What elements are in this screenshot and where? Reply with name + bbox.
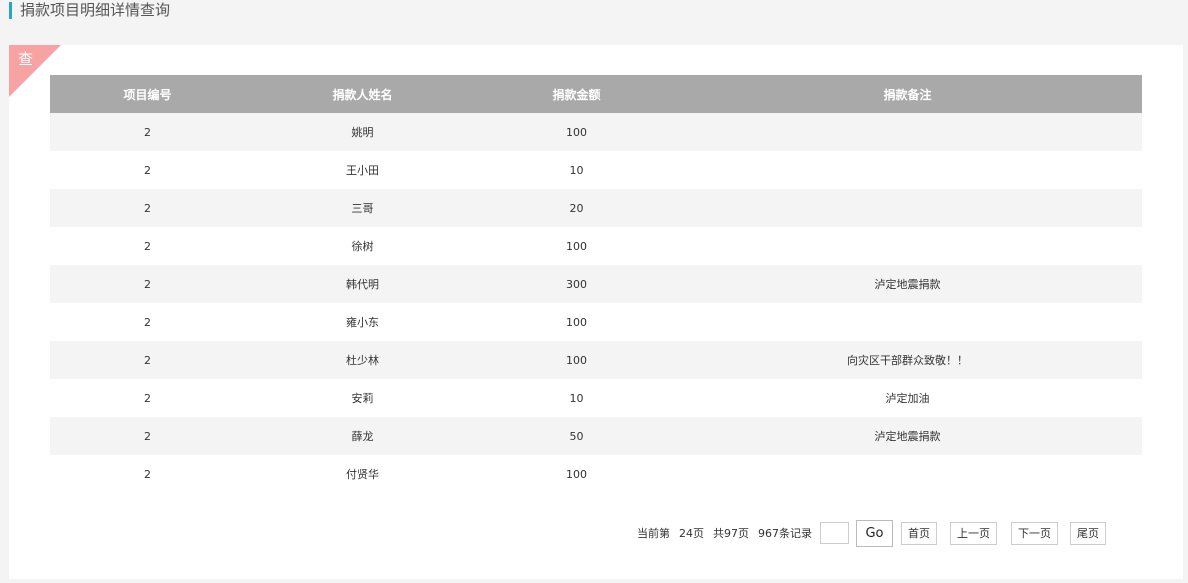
corner-label: 查 [18,50,34,68]
cell-project-id: 2 [50,379,245,417]
cell-remark [673,455,1142,493]
cell-remark: 泸定加油 [673,379,1142,417]
cell-donor-name: 姚明 [245,113,480,151]
table-row: 2 韩代明 300 泸定地震捐款 [50,265,1142,303]
page-number-input[interactable] [820,522,849,544]
cell-project-id: 2 [50,113,245,151]
next-page-button[interactable]: 下一页 [1011,521,1058,545]
cell-donor-name: 三哥 [245,189,480,227]
pagination: 当前第 24页 共97页 967条记录 Go 首页 上一页 下一页 尾页 [637,519,1106,547]
column-header-remark: 捐款备注 [673,75,1142,113]
pager-current-label: 当前第 [637,527,670,540]
table-row: 2 王小田 10 [50,151,1142,189]
cell-remark [673,303,1142,341]
cell-remark [673,227,1142,265]
cell-project-id: 2 [50,189,245,227]
column-header-amount: 捐款金额 [480,75,673,113]
cell-project-id: 2 [50,455,245,493]
query-panel: 查 项目编号 捐款人姓名 捐款金额 捐款备注 2 姚明 100 2 王小田 10 [9,45,1183,579]
table-row: 2 徐树 100 [50,227,1142,265]
cell-remark: 向灾区干部群众致敬！！ [673,341,1142,379]
column-header-donor-name: 捐款人姓名 [245,75,480,113]
cell-remark [673,189,1142,227]
cell-amount: 100 [480,455,673,493]
pager-current-page: 24页 [679,527,704,540]
pager-total-records: 967条记录 [758,527,812,540]
cell-remark: 泸定地震捐款 [673,265,1142,303]
cell-donor-name: 安莉 [245,379,480,417]
last-page-button[interactable]: 尾页 [1070,521,1106,545]
cell-donor-name: 杜少林 [245,341,480,379]
cell-amount: 100 [480,227,673,265]
table-row: 2 三哥 20 [50,189,1142,227]
cell-project-id: 2 [50,417,245,455]
table-row: 2 雍小东 100 [50,303,1142,341]
table-row: 2 杜少林 100 向灾区干部群众致敬！！ [50,341,1142,379]
column-header-project-id: 项目编号 [50,75,245,113]
table-row: 2 付贤华 100 [50,455,1142,493]
prev-page-button[interactable]: 上一页 [950,521,997,545]
cell-remark [673,151,1142,189]
first-page-button[interactable]: 首页 [901,521,937,545]
table-row: 2 安莉 10 泸定加油 [50,379,1142,417]
cell-amount: 10 [480,379,673,417]
cell-donor-name: 付贤华 [245,455,480,493]
table-row: 2 薛龙 50 泸定地震捐款 [50,417,1142,455]
cell-amount: 300 [480,265,673,303]
cell-amount: 50 [480,417,673,455]
cell-project-id: 2 [50,265,245,303]
cell-amount: 20 [480,189,673,227]
cell-donor-name: 韩代明 [245,265,480,303]
cell-project-id: 2 [50,151,245,189]
cell-remark [673,113,1142,151]
cell-remark: 泸定地震捐款 [673,417,1142,455]
cell-donor-name: 雍小东 [245,303,480,341]
cell-donor-name: 薛龙 [245,417,480,455]
cell-project-id: 2 [50,227,245,265]
table-header-row: 项目编号 捐款人姓名 捐款金额 捐款备注 [50,75,1142,113]
go-button[interactable]: Go [856,519,893,547]
cell-project-id: 2 [50,341,245,379]
donation-detail-table: 项目编号 捐款人姓名 捐款金额 捐款备注 2 姚明 100 2 王小田 10 2… [50,75,1142,493]
page-header: 捐款项目明细详情查询 [9,0,170,20]
title-accent-bar [9,1,12,19]
table-row: 2 姚明 100 [50,113,1142,151]
pager-total-pages: 共97页 [713,527,749,540]
cell-amount: 10 [480,151,673,189]
cell-donor-name: 徐树 [245,227,480,265]
cell-project-id: 2 [50,303,245,341]
cell-amount: 100 [480,341,673,379]
cell-amount: 100 [480,113,673,151]
cell-donor-name: 王小田 [245,151,480,189]
cell-amount: 100 [480,303,673,341]
page-title: 捐款项目明细详情查询 [20,1,171,19]
